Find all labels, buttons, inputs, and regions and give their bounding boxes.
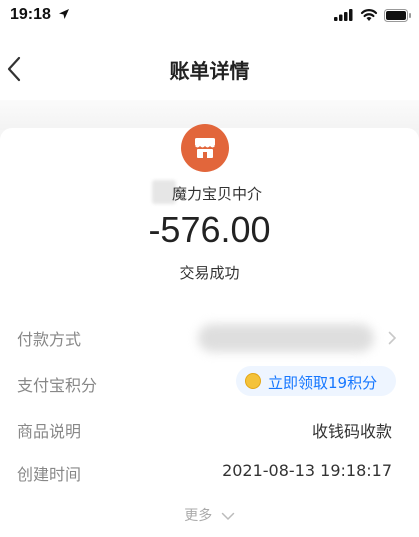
chevron-down-icon — [221, 512, 234, 520]
trade-status: 交易成功 — [179, 264, 240, 282]
chevron-right-icon — [388, 331, 397, 345]
product-desc-value: 收钱码收款 — [311, 422, 392, 441]
coin-icon — [245, 373, 261, 389]
create-time-row: 创建时间 2021-08-13 19:18:17 — [0, 461, 419, 491]
status-time: 19:18 — [10, 6, 51, 23]
shop-icon — [181, 124, 229, 172]
payment-method-value-blurred — [198, 324, 374, 352]
page-title: 账单详情 — [169, 59, 250, 83]
wifi-icon — [360, 9, 378, 21]
alipay-points-label: 支付宝积分 — [17, 376, 98, 395]
bill-amount: -576.00 — [148, 209, 271, 250]
status-bar: 19:18 — [0, 0, 419, 34]
nav-bar: 账单详情 — [0, 34, 419, 100]
location-arrow-icon — [59, 9, 69, 19]
more-label: 更多 — [184, 508, 213, 524]
product-desc-label: 商品说明 — [17, 422, 82, 441]
payment-method-label: 付款方式 — [17, 330, 82, 349]
create-time-label: 创建时间 — [17, 465, 82, 484]
claim-points-label[interactable]: 立即领取19积分 — [268, 372, 377, 393]
battery-icon — [384, 9, 411, 22]
product-desc-row: 商品说明 收钱码收款 — [0, 418, 419, 448]
cellular-signal-icon — [334, 9, 353, 21]
payment-method-row[interactable]: 付款方式 — [0, 324, 419, 356]
create-time-value: 2021-08-13 19:18:17 — [222, 461, 392, 480]
alipay-points-row: 支付宝积分 立即领取19积分 — [0, 366, 419, 402]
merchant-name: 魔力宝贝中介 — [172, 185, 263, 203]
more-button[interactable]: 更多 — [0, 505, 419, 525]
